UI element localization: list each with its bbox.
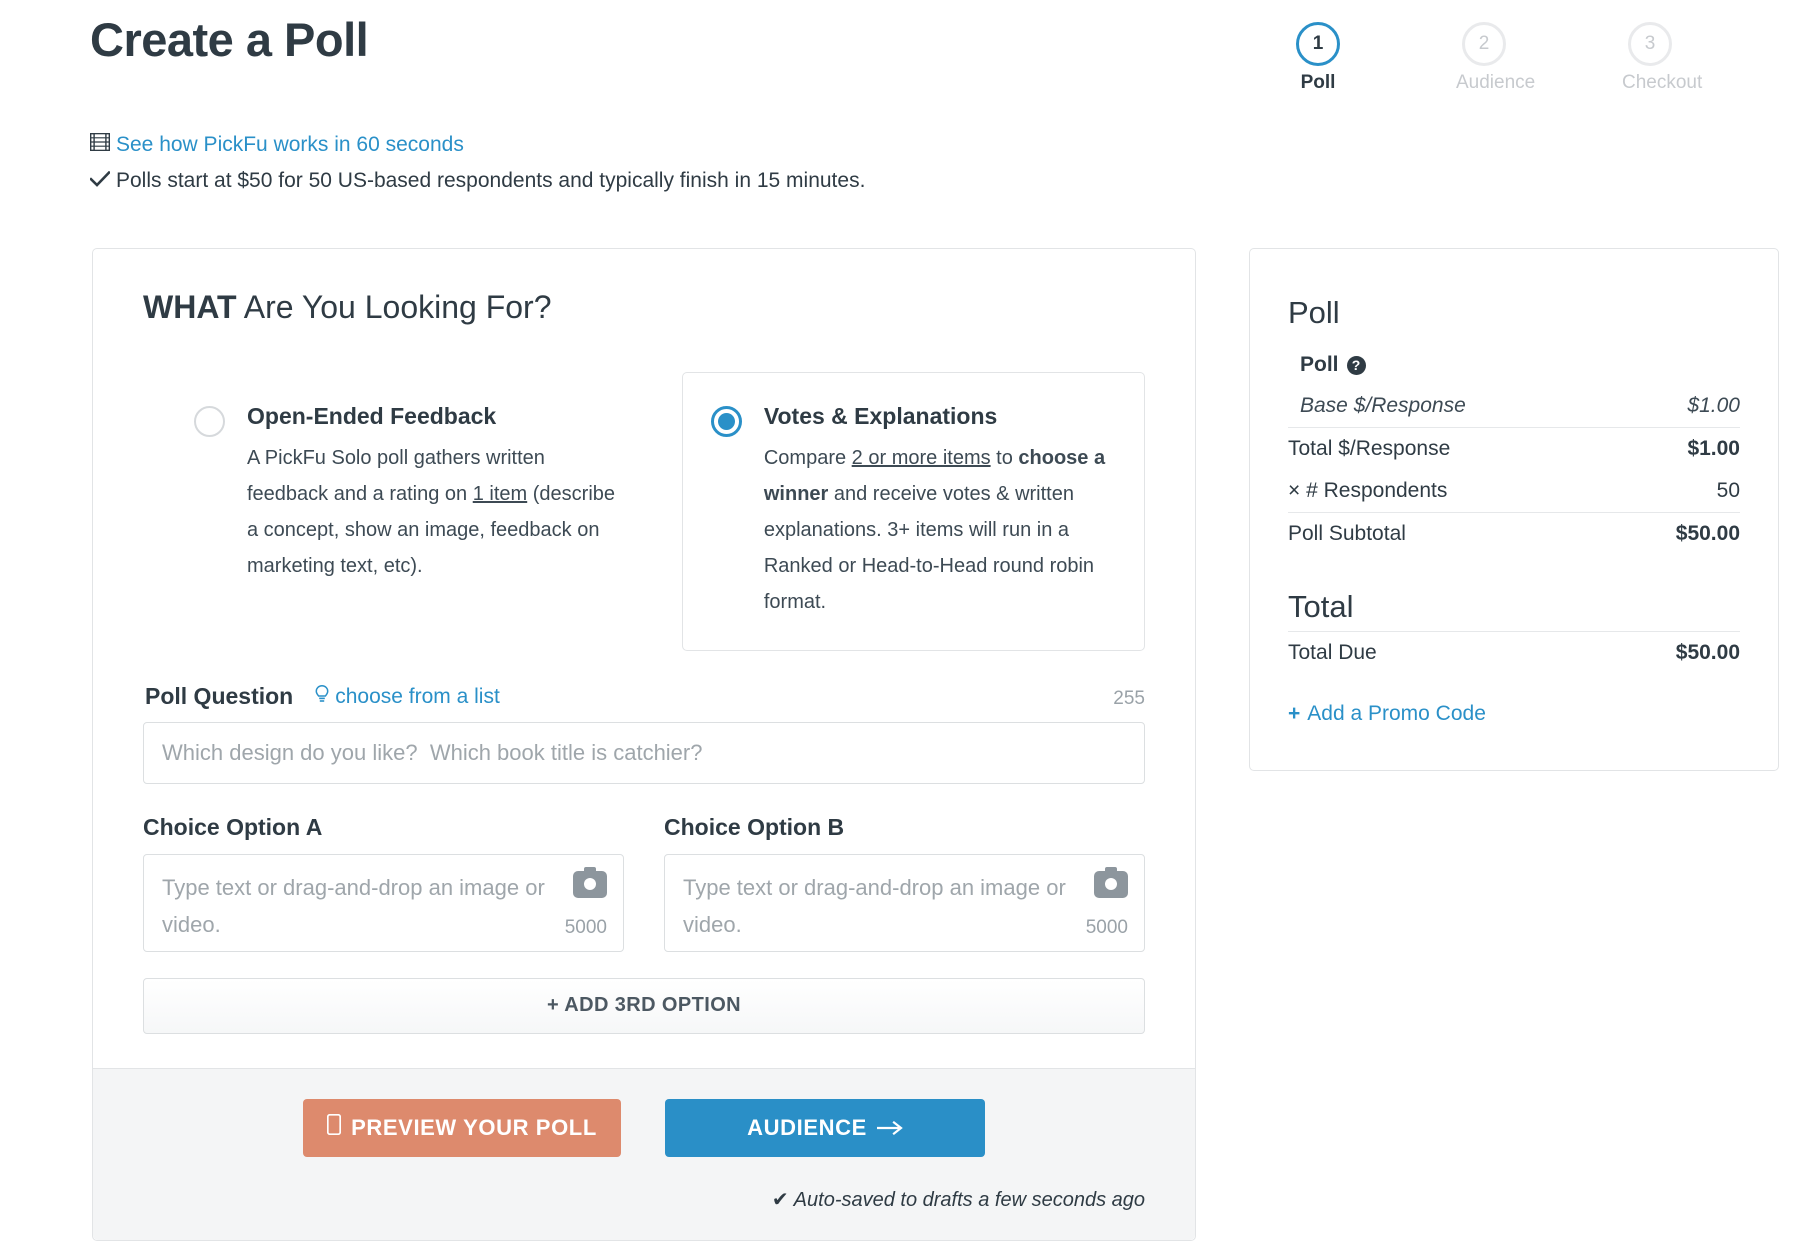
poll-question-block: Poll Question choose from a list 255 xyxy=(143,683,1145,784)
summary-row-value: $1.00 xyxy=(1687,394,1740,417)
autosave-text: Auto-saved to drafts a few seconds ago xyxy=(793,1188,1145,1211)
summary-sub-heading-row: Poll ? xyxy=(1300,353,1740,377)
camera-icon[interactable] xyxy=(573,866,607,898)
video-link-row[interactable]: See how PickFu works in 60 seconds xyxy=(90,127,865,163)
choose-from-a-list-label: choose from a list xyxy=(335,685,500,709)
step-poll-label: Poll xyxy=(1300,72,1336,93)
choice-open-ended-body: Open-Ended Feedback A PickFu Solo poll g… xyxy=(247,403,623,584)
summary-row-value: $50.00 xyxy=(1675,641,1740,664)
summary-row-label: Base $/Response xyxy=(1300,394,1466,417)
step-poll-number: 1 xyxy=(1296,22,1340,66)
summary-heading: Poll xyxy=(1288,295,1340,330)
summary-row-respondents: × # Respondents 50 xyxy=(1288,470,1740,512)
step-audience[interactable]: 2 Audience xyxy=(1456,22,1536,94)
step-checkout-label: Checkout xyxy=(1622,72,1703,93)
audience-button[interactable]: AUDIENCE xyxy=(665,1098,985,1157)
camera-icon[interactable] xyxy=(1094,866,1128,898)
footer-actions: PREVIEW YOUR POLL AUDIENCE xyxy=(143,1098,1145,1157)
choice-option-a-label: Choice Option A xyxy=(143,813,323,840)
step-poll[interactable]: 1 Poll xyxy=(1290,22,1346,94)
summary-row-value: 50 xyxy=(1716,479,1740,502)
film-icon xyxy=(90,133,116,151)
section-title-bold: WHAT xyxy=(143,289,237,325)
preview-your-poll-button[interactable]: PREVIEW YOUR POLL xyxy=(303,1098,621,1157)
summary-row-poll-subtotal: Poll Subtotal $50.00 xyxy=(1288,512,1740,555)
arrow-right-icon xyxy=(876,1115,903,1141)
step-audience-label: Audience xyxy=(1456,72,1536,93)
choice-option-b-char-count: 5000 xyxy=(1085,916,1128,938)
choice-votes-desc: Compare 2 or more items to choose a winn… xyxy=(764,440,1116,620)
check-icon: ✔ xyxy=(771,1188,789,1211)
summary-row-base-response: Base $/Response $1.00 xyxy=(1300,385,1740,427)
section-title-rest: Are You Looking For? xyxy=(236,289,552,325)
device-icon xyxy=(327,1114,342,1141)
section-title: WHAT Are You Looking For? xyxy=(143,289,1145,326)
desc-part: Compare xyxy=(763,446,852,469)
choice-votes-explanations[interactable]: Votes & Explanations Compare 2 or more i… xyxy=(681,372,1145,651)
summary-row-total-response: Total $/Response $1.00 xyxy=(1288,427,1740,470)
add-promo-code-label: Add a Promo Code xyxy=(1307,702,1486,725)
page-title: Create a Poll xyxy=(90,13,369,66)
choice-option-b-placeholder: Type text or drag-and-drop an image or v… xyxy=(683,874,1066,937)
summary-row-label: Total $/Response xyxy=(1288,437,1451,460)
choice-option-b-label: Choice Option B xyxy=(664,813,845,840)
lightbulb-icon xyxy=(315,684,329,710)
choice-open-ended-desc: A PickFu Solo poll gathers written feedb… xyxy=(247,440,623,584)
poll-summary-panel: Poll Poll ? Base $/Response $1.00 Total … xyxy=(1249,248,1779,771)
summary-row-value: $50.00 xyxy=(1675,522,1740,545)
step-checkout[interactable]: 3 Checkout xyxy=(1622,22,1703,94)
poll-form-card: WHAT Are You Looking For? Open-Ended Fee… xyxy=(92,248,1196,1241)
preview-your-poll-label: PREVIEW YOUR POLL xyxy=(351,1114,597,1140)
header-bullets: See how PickFu works in 60 seconds Polls… xyxy=(90,127,865,199)
choice-option-b-box[interactable]: Type text or drag-and-drop an image or v… xyxy=(664,853,1145,952)
audience-label: AUDIENCE xyxy=(747,1114,867,1140)
choice-votes-body: Votes & Explanations Compare 2 or more i… xyxy=(764,403,1116,620)
choice-open-ended-feedback[interactable]: Open-Ended Feedback A PickFu Solo poll g… xyxy=(165,372,652,615)
check-icon xyxy=(90,171,116,187)
poll-form-body: WHAT Are You Looking For? Open-Ended Fee… xyxy=(93,249,1195,1068)
choice-open-ended-title: Open-Ended Feedback xyxy=(247,403,497,429)
autosave-status: ✔ Auto-saved to drafts a few seconds ago xyxy=(143,1187,1145,1212)
poll-question-head: Poll Question choose from a list 255 xyxy=(145,683,1145,710)
poll-question-label: Poll Question xyxy=(145,682,294,709)
summary-sub-heading: Poll xyxy=(1300,353,1339,376)
choice-option-a-char-count: 5000 xyxy=(564,916,607,938)
tagline-text: Polls start at $50 for 50 US-based respo… xyxy=(116,169,866,192)
summary-row-total-due: Total Due $50.00 xyxy=(1288,631,1740,674)
add-promo-code-link[interactable]: + Add a Promo Code xyxy=(1288,702,1486,726)
tagline-row: Polls start at $50 for 50 US-based respo… xyxy=(90,163,865,199)
desc-link-1-item[interactable]: 1 item xyxy=(473,483,527,505)
video-link[interactable]: See how PickFu works in 60 seconds xyxy=(116,127,464,163)
choice-option-b-col: Choice Option B Type text or drag-and-dr… xyxy=(664,814,1145,952)
summary-row-value: $1.00 xyxy=(1687,437,1740,460)
step-audience-number: 2 xyxy=(1462,22,1506,66)
desc-link-2-or-more-items[interactable]: 2 or more items xyxy=(852,447,991,469)
summary-total-heading: Total xyxy=(1288,589,1354,624)
step-checkout-number: 3 xyxy=(1628,22,1672,66)
poll-question-input[interactable] xyxy=(143,721,1145,784)
summary-row-label: Poll Subtotal xyxy=(1288,522,1406,545)
poll-form-footer: PREVIEW YOUR POLL AUDIENCE ✔ Auto-saved t… xyxy=(93,1067,1195,1240)
desc-part: to xyxy=(990,446,1019,469)
summary-row-label: × # Respondents xyxy=(1288,479,1448,502)
add-3rd-option-button[interactable]: + ADD 3RD OPTION xyxy=(143,977,1145,1034)
choice-option-a-placeholder: Type text or drag-and-drop an image or v… xyxy=(162,874,545,937)
radio-open-ended-feedback[interactable] xyxy=(194,406,225,437)
choose-from-a-list-link[interactable]: choose from a list xyxy=(315,684,500,710)
step-indicator: 1 Poll 2 Audience 3 Checkout xyxy=(1290,22,1703,94)
poll-question-char-count: 255 xyxy=(1113,687,1145,709)
choice-votes-title: Votes & Explanations xyxy=(763,403,998,429)
summary-row-label: Total Due xyxy=(1288,641,1377,664)
choice-options-row: Choice Option A Type text or drag-and-dr… xyxy=(143,814,1145,952)
poll-type-choices: Open-Ended Feedback A PickFu Solo poll g… xyxy=(143,372,1145,651)
choice-option-a-col: Choice Option A Type text or drag-and-dr… xyxy=(143,814,624,952)
choice-option-a-box[interactable]: Type text or drag-and-drop an image or v… xyxy=(143,853,624,952)
radio-votes-explanations[interactable] xyxy=(710,406,742,437)
question-mark-icon[interactable]: ? xyxy=(1346,355,1366,375)
plus-icon: + xyxy=(1288,702,1301,725)
